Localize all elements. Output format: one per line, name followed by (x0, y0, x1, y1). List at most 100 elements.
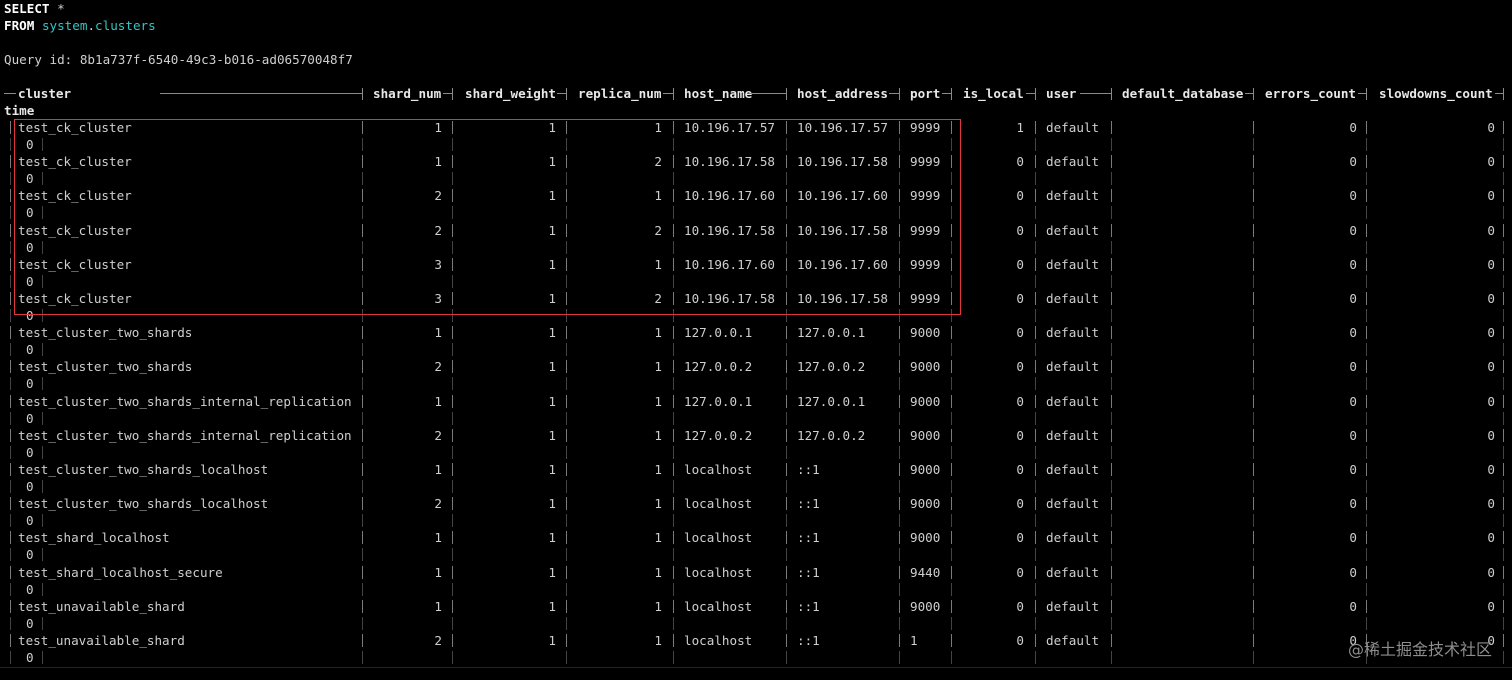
column-separator (951, 480, 952, 493)
cell-user: default (1046, 291, 1100, 306)
column-separator (362, 463, 363, 476)
column-separator (362, 343, 363, 357)
column-separator (1253, 514, 1254, 528)
column-separator (1111, 445, 1112, 459)
cell-slowdowns-count: 0 (1487, 462, 1495, 477)
column-separator (1035, 223, 1036, 237)
cell-shard-num: 2 (434, 496, 442, 512)
header-rule (4, 93, 16, 94)
column-separator (1366, 155, 1367, 169)
cell-shard-num: 1 (434, 325, 442, 341)
column-separator (951, 497, 952, 511)
column-separator (1366, 445, 1367, 459)
column-separator (951, 428, 952, 442)
column-separator (899, 531, 900, 545)
cell-user: default (1046, 120, 1100, 135)
column-separator (1111, 634, 1112, 647)
column-separator (1503, 172, 1504, 186)
column-separator (673, 394, 674, 408)
column-separator (951, 514, 952, 528)
column-separator (673, 445, 674, 459)
cell-cluster: test_cluster_two_shards (18, 359, 193, 375)
cell-replica-num: 1 (654, 427, 662, 443)
column-separator (673, 616, 674, 630)
column-separator (673, 463, 674, 476)
cell-port: 9000 (910, 598, 941, 614)
column-separator (10, 343, 11, 357)
cell-replica-num: 1 (654, 598, 662, 614)
cell-slowdowns-count: 0 (1487, 359, 1495, 375)
header-column-tick (1503, 88, 1504, 100)
cell-shard-num: 1 (434, 530, 442, 546)
column-separator (452, 411, 453, 425)
column-separator (1503, 138, 1504, 151)
cell-slowdowns-count: 0 (1487, 120, 1495, 135)
column-separator (1111, 377, 1112, 391)
column-separator (1253, 445, 1254, 459)
cell-user: default (1046, 530, 1100, 546)
column-separator (899, 634, 900, 647)
column-separator (899, 445, 900, 459)
cell-slowdowns-count: 0 (1487, 530, 1495, 546)
cell-default-database (1122, 529, 1242, 546)
column-separator (1035, 309, 1036, 322)
column-separator (1035, 240, 1036, 254)
header-is-local: is_local (963, 86, 1024, 101)
watermark: @稀土掘金技术社区 (1347, 640, 1492, 659)
column-separator (1253, 616, 1254, 630)
column-separator (566, 651, 567, 664)
column-separator (362, 428, 363, 442)
cell-host-address: 127.0.0.2 (797, 359, 866, 375)
column-separator (1253, 121, 1254, 134)
column-separator (899, 480, 900, 493)
column-separator (1253, 257, 1254, 271)
column-separator (1503, 582, 1504, 596)
column-separator (786, 326, 787, 340)
column-separator (1035, 377, 1036, 391)
bottom-rule (0, 667, 1512, 668)
column-separator (673, 360, 674, 374)
cell-host-name: 127.0.0.2 (684, 427, 753, 443)
cell-cluster: test_cluster_two_shards_localhost (18, 462, 269, 477)
header-column-tick (1035, 88, 1036, 100)
column-separator (1035, 343, 1036, 357)
cell-time: 0 (26, 342, 34, 358)
cell-shard-weight: 1 (548, 325, 556, 341)
cell-user: default (1046, 598, 1100, 614)
header-errors-count: errors_count (1265, 86, 1356, 101)
column-separator (951, 326, 952, 340)
cell-port: 9000 (910, 496, 941, 512)
header-rule (750, 93, 786, 94)
cell-port: 9000 (910, 427, 941, 443)
column-separator (1253, 172, 1254, 186)
header-slowdowns-count: slowdowns_count (1379, 86, 1493, 101)
cell-is-local: 0 (1016, 530, 1024, 546)
cell-default-database (1122, 598, 1242, 615)
cell-is-local: 0 (1016, 462, 1024, 477)
column-separator (1111, 121, 1112, 134)
column-separator (1366, 138, 1367, 151)
column-separator (1503, 651, 1504, 664)
column-separator (1035, 121, 1036, 134)
column-separator (951, 565, 952, 579)
column-separator (1366, 616, 1367, 630)
column-separator (566, 599, 567, 613)
cell-host-address: ::1 (797, 496, 820, 512)
cell-default-database (1122, 358, 1242, 375)
column-separator (1035, 257, 1036, 271)
column-separator (1111, 480, 1112, 493)
cell-default-database (1122, 222, 1242, 239)
cell-is-local: 0 (1016, 325, 1024, 341)
sql-line-select: SELECT * (4, 0, 65, 17)
column-separator (1253, 565, 1254, 579)
column-separator (899, 411, 900, 425)
column-separator (10, 189, 11, 203)
column-separator (10, 480, 11, 493)
column-separator (899, 463, 900, 476)
column-separator (1111, 274, 1112, 288)
column-separator (1035, 634, 1036, 647)
column-separator (1366, 463, 1367, 476)
column-separator (1111, 428, 1112, 442)
column-separator (786, 531, 787, 545)
cell-default-database (1122, 495, 1242, 512)
